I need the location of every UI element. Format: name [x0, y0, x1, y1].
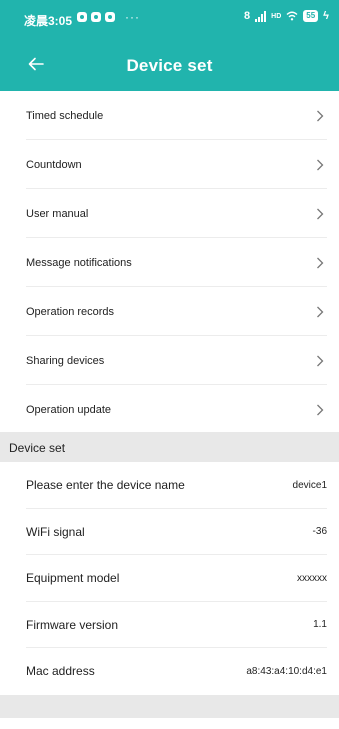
menu-item-message-notifications[interactable]: Message notifications	[0, 238, 339, 287]
firmware-version-value: 1.1	[313, 619, 327, 631]
settings-menu: Timed schedule Countdown User manual Mes…	[0, 91, 339, 434]
menu-item-user-manual[interactable]: User manual	[0, 189, 339, 238]
section-header: Device set	[0, 432, 339, 462]
menu-item-timed-schedule[interactable]: Timed schedule	[0, 91, 339, 140]
mac-address-row: Mac address a8:43:a4:10:d4:e1	[0, 648, 339, 695]
wifi-signal-value: -36	[312, 526, 327, 538]
info-label: Mac address	[26, 664, 95, 679]
chevron-right-icon	[313, 109, 327, 123]
info-label: Equipment model	[26, 571, 120, 586]
menu-item-label: Operation records	[26, 305, 115, 318]
chevron-right-icon	[313, 158, 327, 172]
info-label: WiFi signal	[26, 524, 85, 539]
chevron-right-icon	[313, 207, 327, 221]
charging-icon: ϟ	[323, 10, 329, 22]
bluetooth-icon: 8	[244, 10, 251, 22]
wifi-icon	[286, 11, 298, 21]
chevron-right-icon	[313, 305, 327, 319]
device-info-list: Please enter the device name device1 WiF…	[0, 462, 339, 695]
info-label: Firmware version	[26, 617, 119, 632]
page-title: Device set	[126, 56, 213, 75]
menu-item-countdown[interactable]: Countdown	[0, 140, 339, 189]
wifi-signal-row: WiFi signal -36	[0, 509, 339, 556]
menu-item-sharing-devices[interactable]: Sharing devices	[0, 336, 339, 385]
menu-item-label: Operation update	[26, 403, 112, 416]
firmware-version-row: Firmware version 1.1	[0, 602, 339, 649]
status-indicators: 8 HD 55 ϟ	[244, 10, 329, 22]
more-notifications-icon: ···	[125, 10, 140, 24]
menu-item-operation-records[interactable]: Operation records	[0, 287, 339, 336]
message-icon	[105, 12, 115, 22]
chevron-right-icon	[313, 256, 327, 270]
app-header: 凌晨3:05 ··· 8 HD 55 ϟ Device set	[0, 0, 339, 91]
notification-icon	[77, 12, 87, 22]
equipment-model-value: xxxxxx	[297, 572, 327, 584]
mac-address-value: a8:43:a4:10:d4:e1	[246, 665, 327, 677]
equipment-model-row: Equipment model xxxxxx	[0, 555, 339, 602]
notification-icon	[91, 12, 101, 22]
chevron-right-icon	[313, 354, 327, 368]
device-name-value: device1	[292, 479, 327, 491]
bottom-spacer	[0, 695, 339, 718]
notification-icons	[77, 12, 115, 22]
menu-item-label: Timed schedule	[26, 109, 104, 122]
network-type-label: HD	[271, 12, 282, 20]
signal-icon	[255, 10, 267, 22]
menu-item-operation-update[interactable]: Operation update	[0, 385, 339, 434]
menu-item-label: Message notifications	[26, 256, 132, 269]
status-time: 凌晨3:05	[24, 14, 73, 28]
menu-item-label: Sharing devices	[26, 354, 105, 367]
menu-item-label: Countdown	[26, 158, 82, 171]
info-label: Please enter the device name	[26, 478, 185, 493]
section-title: Device set	[9, 441, 66, 455]
menu-item-label: User manual	[26, 207, 89, 220]
device-name-row[interactable]: Please enter the device name device1	[0, 462, 339, 509]
battery-icon: 55	[303, 10, 319, 22]
status-bar: 凌晨3:05 ··· 8 HD 55 ϟ	[0, 0, 339, 40]
chevron-right-icon	[313, 403, 327, 417]
